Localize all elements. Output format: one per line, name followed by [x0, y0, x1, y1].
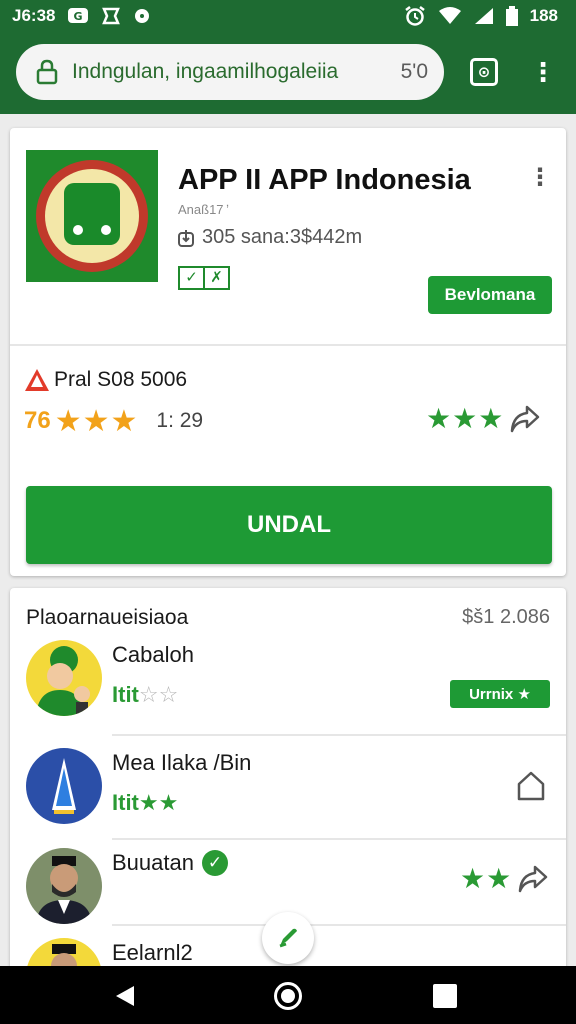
metronome-icon [26, 748, 102, 824]
home-icon[interactable] [274, 982, 302, 1010]
verified-icon: ✓ [201, 850, 228, 876]
item-name-text: Cabaloh [112, 642, 194, 667]
app-rating-badge: ✓ ✗ [178, 266, 230, 290]
browser-menu-button[interactable]: ⋮ [530, 54, 556, 90]
star-rating: ★★★ [54, 404, 139, 438]
rating-time: 1: 29 [156, 409, 204, 432]
signal-icon [474, 8, 493, 24]
lock-icon [36, 59, 58, 85]
rating-row: 76 ★★★ 1: 29 [24, 404, 203, 438]
status-bar: J6:38 G 188 [0, 0, 576, 32]
share-icon[interactable] [510, 405, 540, 433]
more-options-button[interactable]: ⋮ [528, 162, 552, 194]
item-rating-green: Itit [112, 682, 139, 707]
divider [10, 344, 566, 346]
divider [112, 734, 566, 736]
dot-icon [135, 9, 150, 23]
item-name-text: Eelarnl2 [112, 940, 193, 965]
item-rating-green: Itit★★ [112, 790, 179, 815]
item-right-rating: ★★ [460, 862, 548, 895]
app-icon [26, 150, 158, 282]
alarm-icon [404, 6, 425, 26]
warning-icon [25, 369, 49, 391]
right-rating: ★★★ [426, 402, 540, 435]
item-name: Buuatan ✓ [112, 850, 228, 876]
avatar [26, 748, 102, 824]
section-title: Plaoarnaueisiaoa [26, 606, 189, 629]
address-bar[interactable]: Indngulan, ingaamilhogaleiia 5'0 [16, 44, 444, 100]
status-left: J6:38 G [12, 6, 151, 26]
divider [112, 838, 566, 840]
clock: J6:38 [12, 6, 56, 25]
recent-apps-icon[interactable] [433, 984, 457, 1008]
svg-text:G: G [74, 10, 83, 23]
item-rating: Itit☆☆ [112, 682, 178, 708]
pen-icon [279, 928, 297, 948]
system-nav-bar [0, 966, 576, 1024]
item-name: Mea Ilaka /Bin [112, 750, 251, 776]
item-name-text: Buuatan [112, 850, 194, 875]
item-name: Eelarnl2 [112, 940, 193, 966]
status-right: 188 [404, 5, 558, 27]
share-icon[interactable] [518, 865, 548, 893]
screenshot-icon [102, 7, 121, 25]
item-rating: Itit★★ [112, 790, 178, 816]
divider [112, 924, 566, 926]
browser-toolbar: Indngulan, ingaamilhogaleiia 5'0 ⊙ ⋮ [0, 32, 576, 114]
back-icon[interactable] [114, 984, 136, 1008]
rating-prefix: 76 [24, 407, 51, 434]
item-name: Cabaloh [112, 642, 194, 668]
item-rating-empty: ☆☆ [138, 682, 179, 707]
person-avatar-icon [26, 848, 102, 924]
avatar [26, 640, 102, 716]
tab-switcher-button[interactable]: ⊙ [470, 58, 498, 86]
message-icon: G [68, 8, 89, 23]
section-meta: $š1 2.086 [462, 606, 550, 628]
battery-icon [505, 6, 518, 26]
download-size-icon [178, 229, 194, 247]
app-logo-icon [26, 150, 158, 282]
wifi-icon [438, 7, 461, 24]
list-item[interactable]: Cabaloh Itit☆☆ Urrnix ★ [10, 640, 566, 736]
avatar-illustration-icon [26, 640, 102, 716]
app-size: 305 sana:3$442m [178, 226, 362, 249]
warning-row: Pral S08 5006 [24, 368, 187, 392]
battery-level: 188 [529, 6, 558, 25]
secondary-action-button[interactable]: Bevlomana [428, 276, 552, 314]
url-suffix: 5'0 [400, 60, 428, 83]
floating-action-button[interactable] [262, 912, 314, 964]
app-developer: Anaß17 ʼ [178, 202, 230, 217]
app-detail-card: APP II APP Indonesia Anaß17 ʼ 305 sana:3… [10, 128, 566, 576]
green-star-rating: ★★ [460, 863, 513, 894]
app-title: APP II APP Indonesia [178, 164, 471, 196]
install-button[interactable]: UNDAL [26, 486, 552, 564]
app-size-text: 305 sana:3$442m [202, 226, 363, 248]
home-outline-icon[interactable] [516, 770, 546, 802]
item-tag-button[interactable]: Urrnix ★ [450, 680, 550, 708]
green-star-rating: ★★★ [426, 403, 505, 434]
avatar [26, 848, 102, 924]
badge-cross: ✗ [203, 268, 228, 288]
list-item[interactable]: Mea Ilaka /Bin Itit★★ [10, 748, 566, 844]
warning-text: Pral S08 5006 [54, 368, 188, 391]
item-name-text: Mea Ilaka /Bin [112, 750, 252, 775]
url-text: Indngulan, ingaamilhogaleiia [72, 60, 339, 83]
badge-check: ✓ [185, 269, 198, 286]
